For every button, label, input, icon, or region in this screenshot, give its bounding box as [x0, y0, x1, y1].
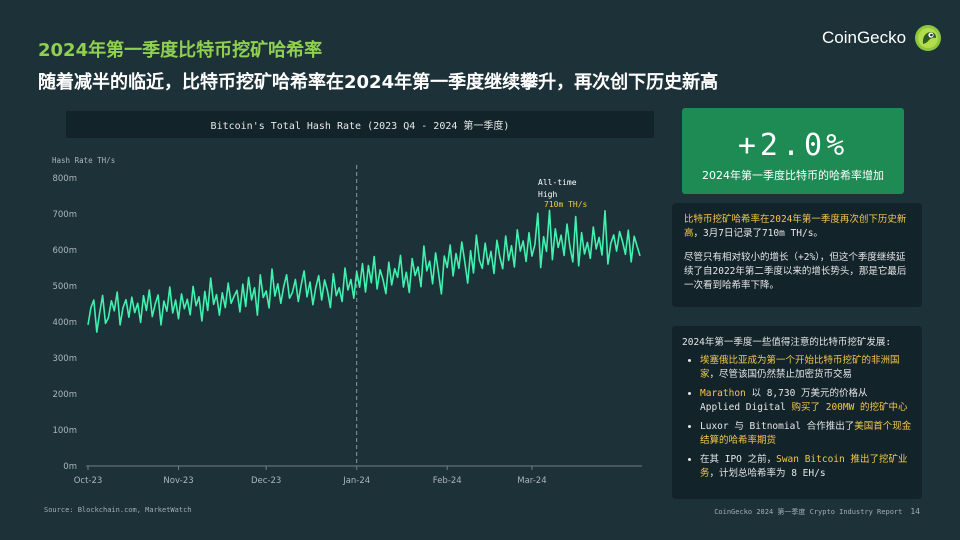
ath-annotation-line1: All-time [538, 178, 577, 187]
ath-annotation-line2: High [538, 190, 557, 199]
developments-list: 埃塞俄比亚成为第一个开始比特币挖矿的非洲国家，尽管该国仍然禁止加密货币交易 Ma… [682, 354, 912, 481]
x-tick-label: Nov-23 [163, 476, 193, 486]
x-tick-label: Jan-24 [342, 476, 370, 486]
stat-label: 2024年第一季度比特币的哈希率增加 [702, 169, 884, 182]
coingecko-logo[interactable]: CoinGecko [822, 22, 942, 54]
list-item: 埃塞俄比亚成为第一个开始比特币挖矿的非洲国家，尽管该国仍然禁止加密货币交易 [700, 354, 912, 382]
chart-title: Bitcoin's Total Hash Rate (2023 Q4 - 202… [66, 111, 654, 138]
list-item: Luxor 与 Bitnomial 合作推出了美国首个现金结算的哈希率期货 [700, 420, 912, 448]
y-tick-label: 200m [52, 390, 77, 400]
page-subtitle: 随着减半的临近，比特币挖矿哈希率在2024年第一季度继续攀升，再次创下历史新高 [38, 72, 719, 93]
y-tick-label: 400m [52, 318, 77, 328]
stat-value: +2.0% [737, 128, 849, 163]
stat-box: +2.0% 2024年第一季度比特币的哈希率增加 [682, 108, 904, 194]
item-text: 在其 IPO 之前， [700, 454, 777, 465]
ath-annotation-value: 710m TH/s [544, 200, 588, 209]
gecko-icon [915, 25, 942, 51]
x-tick-label: Dec-23 [251, 476, 281, 486]
item-text: ，尽管该国仍然禁止加密货币交易 [709, 369, 853, 380]
item-text: ，计划总哈希率为 8 EH/s [709, 468, 826, 479]
list-item: 在其 IPO 之前，Swan Bitcoin 推出了挖矿业务，计划总哈希率为 8… [700, 453, 912, 481]
ath-note-panel: 比特币挖矿哈希率在2024年第一季度再次创下历史新高，3月7日记录了710m T… [672, 203, 922, 307]
footer: CoinGecko 2024 第一季度 Crypto Industry Repo… [714, 507, 920, 517]
y-tick-label: 500m [52, 282, 77, 292]
y-tick-label: 700m [52, 210, 77, 220]
developments-panel: 2024年第一季度一些值得注意的比特币挖矿发展: 埃塞俄比亚成为第一个开始比特币… [672, 326, 922, 499]
ath-note: 比特币挖矿哈希率在2024年第一季度再次创下历史新高，3月7日记录了710m T… [684, 213, 910, 241]
item-highlight: 购买了 200MW 的挖矿中心 [791, 402, 908, 413]
y-tick-label: 800m [52, 174, 77, 184]
y-tick-label: 100m [52, 426, 77, 436]
item-highlight: Marathon [700, 388, 746, 399]
source-note: Source: Blockchain.com, MarketWatch [44, 506, 192, 514]
logo-text: CoinGecko [822, 28, 907, 47]
y-tick-label: 600m [52, 246, 77, 256]
x-tick-label: Mar-24 [517, 476, 546, 486]
item-text: Luxor 与 Bitnomial 合作推出了 [700, 421, 855, 432]
page-title: 2024年第一季度比特币挖矿哈希率 [38, 40, 323, 61]
developments-heading: 2024年第一季度一些值得注意的比特币挖矿发展: [682, 337, 892, 348]
list-item: Marathon 以 8,730 万美元的价格从 Applied Digital… [700, 387, 912, 415]
y-axis-title: Hash Rate TH/s [52, 156, 115, 165]
x-tick-label: Oct-23 [74, 476, 103, 486]
page-number: 14 [910, 507, 920, 516]
footer-text: CoinGecko 2024 第一季度 Crypto Industry Repo… [714, 508, 903, 516]
growth-note: 尽管只有相对较小的增长（+2%），但这个季度继续延续了自2022年第二季度以来的… [684, 252, 907, 291]
ath-note-rest: ，3月7日记录了710m TH/s。 [693, 228, 823, 239]
x-tick-label: Feb-24 [433, 476, 462, 486]
y-tick-label: 0m [63, 462, 77, 472]
y-tick-label: 300m [52, 354, 77, 364]
hash-rate-series-line [87, 209, 641, 333]
